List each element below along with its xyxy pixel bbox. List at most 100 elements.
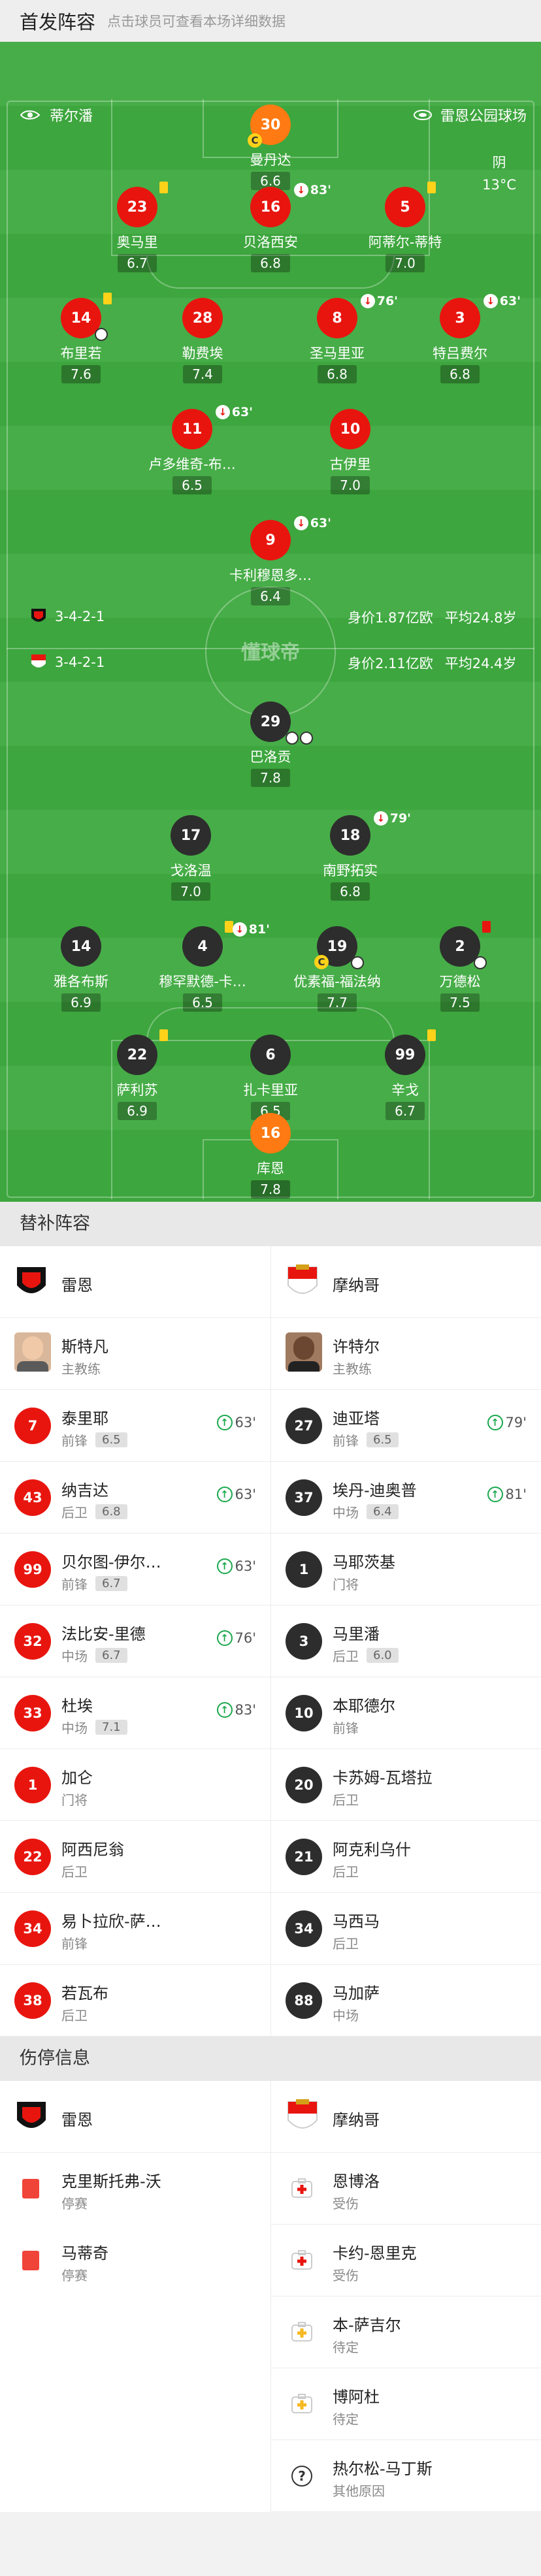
sub-player[interactable]: 3 马里潘 后卫 6.0 <box>270 1605 541 1677</box>
injury-player[interactable]: 马蒂奇 停赛 <box>0 2225 270 2296</box>
subs-title: 替补阵容 <box>0 1202 541 1246</box>
player-home-gk[interactable]: 30 C 曼丹达 6.6 <box>199 105 342 190</box>
monaco-logo-icon <box>287 1264 318 1294</box>
sub-player[interactable]: 27 迪亚塔 前锋 6.5 ↑ 79' <box>270 1390 541 1462</box>
rennes-logo-icon <box>31 609 46 622</box>
medkit-pending-icon <box>291 2322 312 2342</box>
yellow-card-icon <box>159 182 168 193</box>
lineup-hint: 点击球员可查看本场详细数据 <box>107 14 286 29</box>
player-home[interactable]: 9 ↓ 63' 卡利穆恩多… 6.4 <box>199 516 342 605</box>
player-away[interactable]: 17 戈洛温 7.0 <box>119 815 263 901</box>
stadium-icon <box>413 110 432 120</box>
player-away[interactable]: 18 ↓ 79' 南野拓实 6.8 <box>278 811 422 901</box>
injuries-section: 雷恩 摩纳哥 克里斯托弗-沃 停赛 马蒂奇 停赛 恩博洛 受伤 卡约-恩里克 受伤 本-… <box>0 2081 541 2512</box>
sub-player[interactable]: 34 马西马 后卫 <box>270 1893 541 1965</box>
home-coach[interactable]: 斯特凡 主教练 <box>0 1318 270 1390</box>
player-away[interactable]: 22 萨利苏 6.9 <box>65 1029 209 1120</box>
avatar <box>286 1332 322 1372</box>
away-coach[interactable]: 许特尔 主教练 <box>270 1318 541 1390</box>
sub-out-icon: ↓ <box>373 811 388 826</box>
home-team-label: 蒂尔潘 <box>20 105 93 125</box>
goal-icon <box>474 956 487 969</box>
question-icon: ? <box>291 2466 312 2487</box>
sub-player[interactable]: 20 卡苏姆-瓦塔拉 后卫 <box>270 1749 541 1821</box>
player-home[interactable]: 23 奥马里 6.7 <box>65 182 209 272</box>
injury-player[interactable]: ? 热尔松-马丁斯 其他原因 <box>270 2440 541 2512</box>
temperature: 13°C <box>482 177 516 193</box>
avatar <box>14 1332 51 1372</box>
yellow-card-icon <box>103 293 112 304</box>
away-formation: 3-4-2-1 <box>30 653 105 671</box>
sub-in-icon: ↑ <box>216 1630 233 1646</box>
monaco-logo-icon <box>31 654 46 668</box>
player-away-gk[interactable]: 16 库恩 7.8 <box>199 1113 342 1199</box>
player-away[interactable]: 29 巴洛贡 7.8 <box>199 701 342 787</box>
sub-player[interactable]: 33 杜埃 中场 7.1 ↑ 83' <box>0 1677 270 1749</box>
player-away[interactable]: 4 ↓ 81' 穆罕默德-卡… 6.5 <box>131 921 274 1012</box>
sub-player[interactable]: 43 纳吉达 后卫 6.8 ↑ 63' <box>0 1462 270 1534</box>
medkit-icon <box>291 2250 312 2270</box>
home-value: 身价1.87亿欧 平均24.8岁 <box>348 610 517 626</box>
pitch: 懂球帝 蒂尔潘 雷恩公园球场 阴 13°C 30 C 曼丹达 6.6 23 奥马里 6… <box>0 42 541 1202</box>
sub-player[interactable]: 32 法比安-里德 中场 6.7 ↑ 76' <box>0 1605 270 1677</box>
player-away[interactable]: 2 万德松 7.5 <box>388 921 532 1012</box>
sub-player[interactable]: 10 本耶德尔 前锋 <box>270 1677 541 1749</box>
svg-text:?: ? <box>298 2468 306 2484</box>
sub-out-icon: ↓ <box>293 183 308 197</box>
player-home[interactable]: 16 ↓ 83' 贝洛西安 6.8 <box>199 183 342 272</box>
goal-icon <box>286 732 299 745</box>
rennes-logo-icon <box>17 2102 46 2128</box>
sub-out-icon: ↓ <box>215 405 230 419</box>
injury-away-team: 摩纳哥 <box>270 2081 541 2153</box>
sub-player[interactable]: 37 埃丹-迪奥普 中场 6.4 ↑ 81' <box>270 1462 541 1534</box>
yellow-card-icon <box>427 182 436 193</box>
yellow-card-icon <box>159 1029 168 1041</box>
player-home[interactable]: 11 ↓ 63' 卢多维奇-布… 6.5 <box>120 405 264 494</box>
sub-player[interactable]: 88 马加萨 中场 <box>270 1965 541 2037</box>
sub-in-icon: ↑ <box>487 1415 503 1430</box>
weather-text: 阴 <box>492 155 506 170</box>
venue-label: 雷恩公园球场 <box>413 105 527 125</box>
referee-name: 蒂尔潘 <box>50 108 93 125</box>
injury-player[interactable]: 恩博洛 受伤 <box>270 2153 541 2225</box>
sub-player[interactable]: 99 贝尔图-伊尔… 前锋 6.7 ↑ 63' <box>0 1534 270 1605</box>
sub-out-icon: ↓ <box>232 922 247 937</box>
red-card-icon <box>482 921 491 933</box>
away-value: 身价2.11亿欧 平均24.4岁 <box>348 656 517 671</box>
sub-out-icon: ↓ <box>483 294 498 308</box>
weather-info: 阴 13°C <box>482 152 516 196</box>
player-home[interactable]: 3 ↓ 63' 特吕费尔 6.8 <box>388 294 532 383</box>
sub-player[interactable]: 38 若瓦布 后卫 <box>0 1965 270 2037</box>
player-home[interactable]: 8 ↓ 76' 圣马里亚 6.8 <box>265 294 409 383</box>
captain-icon: C <box>314 955 329 969</box>
injury-player[interactable]: 本-萨吉尔 待定 <box>270 2296 541 2368</box>
player-away[interactable]: 6 扎卡里亚 6.5 <box>199 1035 342 1120</box>
player-home[interactable]: 10 古伊里 7.0 <box>278 409 422 494</box>
sub-player[interactable]: 1 马耶茨基 门将 <box>270 1534 541 1605</box>
sub-player[interactable]: 1 加仑 门将 <box>0 1749 270 1821</box>
venue-name: 雷恩公园球场 <box>440 108 527 125</box>
injury-home-team: 雷恩 <box>0 2081 270 2153</box>
player-away[interactable]: 19 C 优素福-福法纳 7.7 <box>265 926 409 1012</box>
injury-player[interactable]: 博阿杜 待定 <box>270 2368 541 2440</box>
player-home[interactable]: 28 勒费埃 7.4 <box>131 298 274 383</box>
sub-in-icon: ↑ <box>216 1415 233 1430</box>
player-away[interactable]: 99 辛戈 6.7 <box>333 1029 477 1120</box>
injuries-title: 伤停信息 <box>0 2037 541 2081</box>
sub-player[interactable]: 22 阿西尼翁 后卫 <box>0 1821 270 1893</box>
monaco-logo-icon <box>287 2099 318 2129</box>
injury-player[interactable]: 克里斯托弗-沃 停赛 <box>0 2153 270 2225</box>
goal-icon <box>351 956 364 969</box>
rennes-logo-icon <box>17 1267 46 1293</box>
player-home[interactable]: 5 阿蒂尔-蒂特 7.0 <box>333 182 477 272</box>
medkit-pending-icon <box>291 2394 312 2413</box>
injury-player[interactable]: 卡约-恩里克 受伤 <box>270 2225 541 2296</box>
sub-player[interactable]: 34 易卜拉欣-萨… 前锋 <box>0 1893 270 1965</box>
sub-in-icon: ↑ <box>216 1558 233 1574</box>
captain-icon: C <box>248 133 262 148</box>
lineup-title: 首发阵容 <box>20 11 96 33</box>
lineup-header: 首发阵容 点击球员可查看本场详细数据 <box>0 0 541 42</box>
sub-player[interactable]: 7 泰里耶 前锋 6.5 ↑ 63' <box>0 1390 270 1462</box>
sub-in-icon: ↑ <box>487 1487 503 1502</box>
sub-player[interactable]: 21 阿克利乌什 后卫 <box>270 1821 541 1893</box>
